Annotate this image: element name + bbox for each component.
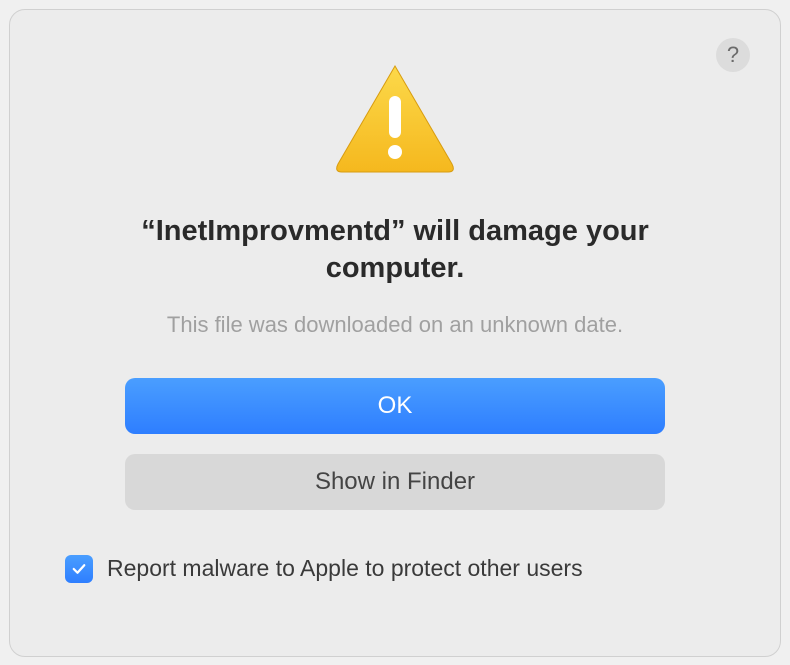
help-icon: ? <box>727 42 739 68</box>
ok-button[interactable]: OK <box>125 378 665 434</box>
warning-icon <box>330 58 460 183</box>
report-malware-row: Report malware to Apple to protect other… <box>65 555 583 583</box>
report-malware-label: Report malware to Apple to protect other… <box>107 555 583 582</box>
alert-dialog: ? “InetImprovmentd” will damage your com… <box>9 9 781 657</box>
show-in-finder-button-label: Show in Finder <box>315 468 475 496</box>
ok-button-label: OK <box>378 392 413 420</box>
help-button[interactable]: ? <box>716 38 750 72</box>
report-malware-checkbox[interactable] <box>65 555 93 583</box>
dialog-title: “InetImprovmentd” will damage your compu… <box>115 213 675 288</box>
button-group: OK Show in Finder <box>125 378 665 510</box>
dialog-subtitle: This file was downloaded on an unknown d… <box>167 312 623 338</box>
checkmark-icon <box>70 560 88 578</box>
show-in-finder-button[interactable]: Show in Finder <box>125 454 665 510</box>
